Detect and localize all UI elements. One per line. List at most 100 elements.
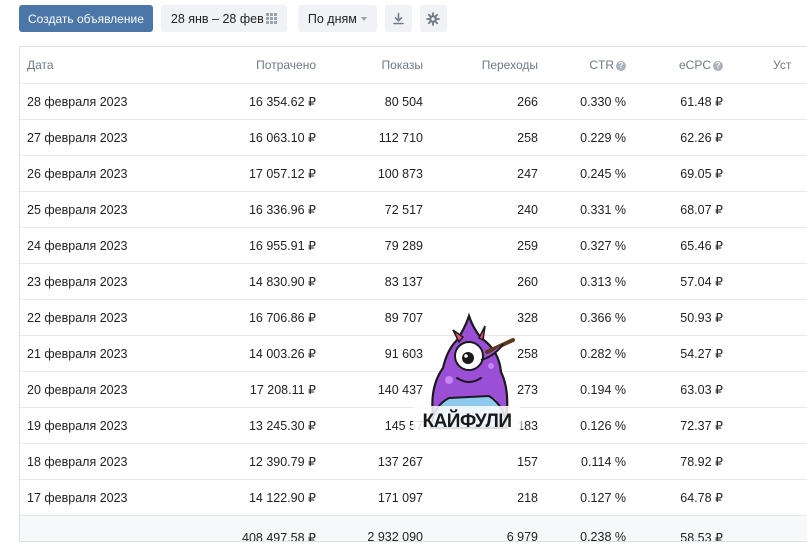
cell-ecpc: 63.03 ₽ bbox=[626, 371, 723, 408]
cell-clicks: 260 bbox=[423, 263, 538, 300]
cell-ctr: 0.127 % bbox=[538, 479, 626, 516]
cell-date: 24 февраля 2023 bbox=[20, 227, 204, 264]
cell-date: 28 февраля 2023 bbox=[20, 83, 204, 120]
sticker-text: КАЙФУЛИ bbox=[422, 410, 511, 432]
table-row: 26 февраля 2023 17 057.12 ₽ 100 873 247 … bbox=[20, 155, 807, 192]
cell-empty bbox=[723, 119, 807, 156]
cell-date: 21 февраля 2023 bbox=[20, 335, 204, 372]
table-row: 28 февраля 2023 16 354.62 ₽ 80 504 266 0… bbox=[20, 83, 807, 120]
cell-total-spent: 408 497.58 ₽ bbox=[204, 515, 316, 541]
table-row: 24 февраля 2023 16 955.91 ₽ 79 289 259 0… bbox=[20, 227, 807, 264]
cell-ctr: 0.194 % bbox=[538, 371, 626, 408]
cell-impressions: 100 873 bbox=[316, 155, 423, 192]
cell-date: 27 февраля 2023 bbox=[20, 119, 204, 156]
cell-ecpc: 62.26 ₽ bbox=[626, 119, 723, 156]
stats-table: Дата Потрачено Показы Переходы CTR? eCPC… bbox=[20, 47, 807, 541]
calendar-grid-icon bbox=[265, 13, 277, 24]
cell-spent: 14 003.26 ₽ bbox=[204, 335, 316, 372]
cell-empty bbox=[723, 263, 807, 300]
cell-empty bbox=[723, 335, 807, 372]
cell-ecpc: 78.92 ₽ bbox=[626, 443, 723, 480]
col-header-date[interactable]: Дата bbox=[20, 47, 204, 84]
col-header-ctr[interactable]: CTR? bbox=[538, 47, 626, 84]
cell-spent: 14 830.90 ₽ bbox=[204, 263, 316, 300]
cell-date: 19 февраля 2023 bbox=[20, 407, 204, 444]
cell-spent: 16 336.96 ₽ bbox=[204, 191, 316, 228]
chevron-down-icon bbox=[360, 16, 367, 21]
cell-date: 17 февраля 2023 bbox=[20, 479, 204, 516]
date-range-picker[interactable]: 28 янв – 28 фев bbox=[160, 5, 287, 32]
cell-empty bbox=[723, 155, 807, 192]
cell-impressions: 79 289 bbox=[316, 227, 423, 264]
col-header-spent[interactable]: Потрачено bbox=[204, 47, 316, 84]
download-button[interactable] bbox=[384, 5, 412, 32]
cell-impressions: 72 517 bbox=[316, 191, 423, 228]
col-header-impressions[interactable]: Показы bbox=[316, 47, 423, 84]
cell-total-label bbox=[20, 515, 204, 541]
group-by-label: По дням bbox=[307, 11, 357, 26]
table-row: 23 февраля 2023 14 830.90 ₽ 83 137 260 0… bbox=[20, 263, 807, 300]
cell-spent: 14 122.90 ₽ bbox=[204, 479, 316, 516]
cell-ecpc: 54.27 ₽ bbox=[626, 335, 723, 372]
cell-ecpc: 57.04 ₽ bbox=[626, 263, 723, 300]
col-header-clicks[interactable]: Переходы bbox=[423, 47, 538, 84]
cell-impressions: 83 137 bbox=[316, 263, 423, 300]
toolbar: Создать объявление 28 янв – 28 фев По дн… bbox=[19, 5, 447, 32]
cell-date: 23 февраля 2023 bbox=[20, 263, 204, 300]
cell-clicks: 218 bbox=[423, 479, 538, 516]
cell-ctr: 0.126 % bbox=[538, 407, 626, 444]
cell-impressions: 171 097 bbox=[316, 479, 423, 516]
cell-empty bbox=[723, 227, 807, 264]
cell-spent: 16 063.10 ₽ bbox=[204, 119, 316, 156]
cell-date: 18 февраля 2023 bbox=[20, 443, 204, 480]
help-circle-icon[interactable]: ? bbox=[713, 61, 723, 71]
cell-spent: 17 208.11 ₽ bbox=[204, 371, 316, 408]
settings-button[interactable] bbox=[419, 5, 447, 32]
cell-clicks: 157 bbox=[423, 443, 538, 480]
table-row: 27 февраля 2023 16 063.10 ₽ 112 710 258 … bbox=[20, 119, 807, 156]
cell-ecpc: 72.37 ₽ bbox=[626, 407, 723, 444]
cell-ecpc: 50.93 ₽ bbox=[626, 299, 723, 336]
cell-date: 26 февраля 2023 bbox=[20, 155, 204, 192]
cell-impressions: 145 57 bbox=[316, 407, 423, 444]
cell-clicks: 259 bbox=[423, 227, 538, 264]
col-header-ecpc-label: eCPC bbox=[678, 58, 711, 72]
cell-total-clicks: 6 979 bbox=[423, 515, 538, 541]
col-header-truncated[interactable]: Уст bbox=[723, 47, 807, 84]
cell-clicks: 258 bbox=[423, 119, 538, 156]
cell-total-impressions: 2 932 090 bbox=[316, 515, 423, 541]
cell-spent: 16 706.86 ₽ bbox=[204, 299, 316, 336]
cell-ctr: 0.327 % bbox=[538, 227, 626, 264]
cell-impressions: 91 603 bbox=[316, 335, 423, 372]
cell-clicks: 247 bbox=[423, 155, 538, 192]
cell-clicks: 240 bbox=[423, 191, 538, 228]
table-row: 17 февраля 2023 14 122.90 ₽ 171 097 218 … bbox=[20, 479, 807, 516]
create-ad-button[interactable]: Создать объявление bbox=[19, 5, 153, 32]
cell-empty bbox=[723, 299, 807, 336]
cell-empty bbox=[723, 407, 807, 444]
help-circle-icon[interactable]: ? bbox=[616, 61, 626, 71]
cell-ecpc: 69.05 ₽ bbox=[626, 155, 723, 192]
cell-date: 25 февраля 2023 bbox=[20, 191, 204, 228]
cell-impressions: 80 504 bbox=[316, 83, 423, 120]
cell-spent: 17 057.12 ₽ bbox=[204, 155, 316, 192]
totals-row: 408 497.58 ₽ 2 932 090 6 979 0.238 % 58.… bbox=[20, 515, 807, 541]
group-by-select[interactable]: По дням bbox=[297, 5, 377, 32]
date-range-label: 28 янв – 28 фев bbox=[170, 11, 264, 26]
cell-date: 20 февраля 2023 bbox=[20, 371, 204, 408]
cell-empty bbox=[723, 83, 807, 120]
monster-sticker: КАЙФУЛИ bbox=[413, 312, 521, 432]
cell-ctr: 0.282 % bbox=[538, 335, 626, 372]
cell-impressions: 89 707 bbox=[316, 299, 423, 336]
cell-ctr: 0.313 % bbox=[538, 263, 626, 300]
cell-ctr: 0.245 % bbox=[538, 155, 626, 192]
cell-spent: 13 245.30 ₽ bbox=[204, 407, 316, 444]
cell-total-ecpc: 58.53 ₽ bbox=[626, 515, 723, 541]
cell-ecpc: 68.07 ₽ bbox=[626, 191, 723, 228]
cell-spent: 16 955.91 ₽ bbox=[204, 227, 316, 264]
cell-clicks: 266 bbox=[423, 83, 538, 120]
cell-ecpc: 64.78 ₽ bbox=[626, 479, 723, 516]
cell-date: 22 февраля 2023 bbox=[20, 299, 204, 336]
col-header-ecpc[interactable]: eCPC? bbox=[626, 47, 723, 84]
table-row: 25 февраля 2023 16 336.96 ₽ 72 517 240 0… bbox=[20, 191, 807, 228]
